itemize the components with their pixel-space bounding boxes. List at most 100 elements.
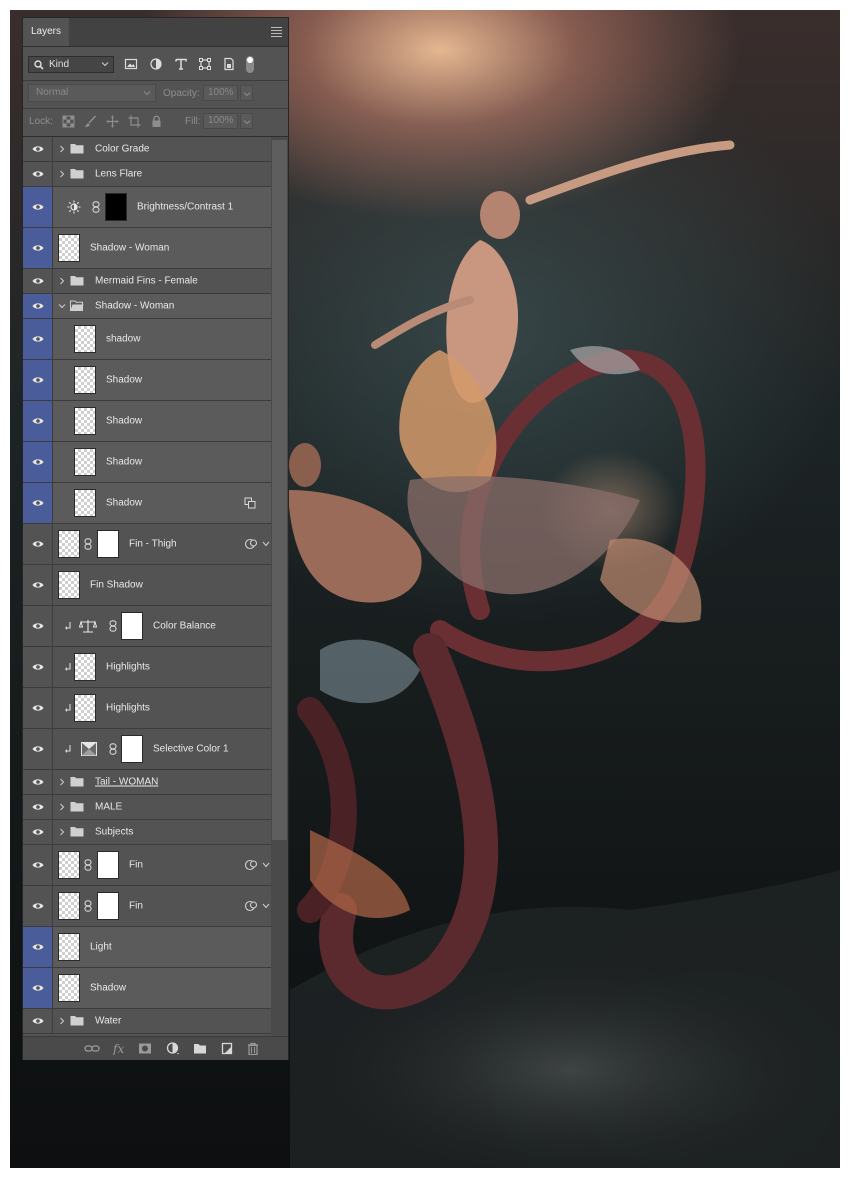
caret-right-icon[interactable] [57,276,67,286]
smart-object-thumbnail[interactable] [58,851,80,879]
layer-name[interactable]: Water [95,1016,121,1027]
layer-row[interactable]: Fin Shadow [23,565,271,606]
layer-thumbnail[interactable] [74,407,96,435]
layer-name[interactable]: Brightness/Contrast 1 [137,202,233,213]
visibility-toggle[interactable] [23,845,53,885]
layer-thumbnail[interactable] [74,694,96,722]
visibility-toggle[interactable] [23,886,53,926]
caret-right-icon[interactable] [57,802,67,812]
layer-row[interactable]: Shadow - Woman [23,228,271,269]
layer-name[interactable]: Mermaid Fins - Female [95,276,198,287]
visibility-toggle[interactable] [23,795,53,819]
visibility-toggle[interactable] [23,606,53,646]
caret-right-icon[interactable] [57,1016,67,1026]
mask-link-icon[interactable] [84,538,92,550]
mask-link-icon[interactable] [84,900,92,912]
visibility-toggle[interactable] [23,294,53,318]
lock-artboard-icon[interactable] [128,115,141,128]
layer-row[interactable]: Shadow [23,360,271,401]
layer-row[interactable]: Lens Flare [23,162,271,187]
layer-name[interactable]: Shadow [106,457,142,468]
layer-row[interactable]: Highlights [23,688,271,729]
layer-thumbnail[interactable] [74,325,96,353]
layer-list-scroll-thumb[interactable] [272,140,287,840]
layer-row[interactable]: Color Grade [23,137,271,162]
opacity-slider-toggle[interactable] [240,85,253,101]
visibility-toggle[interactable] [23,269,53,293]
layer-name[interactable]: Fin [129,901,143,912]
layer-row[interactable]: Tail - WOMAN [23,770,271,795]
link-icon[interactable] [84,1042,100,1055]
lock-paint-icon[interactable] [84,115,97,128]
visibility-toggle[interactable] [23,360,53,400]
mask-link-icon[interactable] [109,620,117,632]
visibility-toggle[interactable] [23,647,53,687]
layer-mask-thumbnail[interactable] [97,530,119,558]
visibility-toggle[interactable] [23,228,53,268]
layer-thumbnail[interactable] [58,234,80,262]
new-group-icon[interactable] [193,1042,207,1055]
layer-name[interactable]: Highlights [106,662,150,673]
caret-down-icon[interactable] [57,301,67,311]
caret-right-icon[interactable] [57,777,67,787]
caret-right-icon[interactable] [57,144,67,154]
layer-row[interactable]: Light [23,927,271,968]
layer-name[interactable]: Shadow [106,416,142,427]
caret-right-icon[interactable] [57,827,67,837]
mask-link-icon[interactable] [92,201,100,213]
chevron-down-icon[interactable] [262,903,270,909]
lock-move-icon[interactable] [106,115,119,128]
layer-row[interactable]: Selective Color 1 [23,729,271,770]
layer-mask-thumbnail[interactable] [105,193,127,221]
layer-thumbnail[interactable] [58,933,80,961]
lock-all-icon[interactable] [150,115,163,128]
layer-name[interactable]: Shadow [106,498,142,509]
layer-name[interactable]: Shadow - Woman [90,243,169,254]
adjustment-filter-icon[interactable] [149,57,163,71]
visibility-toggle[interactable] [23,820,53,844]
visibility-toggle[interactable] [23,401,53,441]
layer-row[interactable]: Subjects [23,820,271,845]
layer-row[interactable]: Fin [23,845,271,886]
panel-menu-icon[interactable] [271,27,282,39]
shape-filter-icon[interactable] [198,57,212,71]
visibility-toggle[interactable] [23,565,53,605]
smart-filter-icon[interactable] [244,538,260,550]
layer-thumbnail[interactable] [74,653,96,681]
smart-object-thumbnail[interactable] [58,892,80,920]
add-mask-icon[interactable] [138,1042,152,1055]
layer-name[interactable]: Shadow [106,375,142,386]
opacity-input[interactable]: 100% [203,85,238,101]
layer-thumbnail[interactable] [74,448,96,476]
filter-toggle-switch[interactable] [246,56,254,73]
smart-object-filter-icon[interactable] [222,57,236,71]
chevron-down-icon[interactable] [262,862,270,868]
layer-name[interactable]: shadow [106,334,140,345]
new-fill-adjustment-icon[interactable] [166,1042,180,1055]
layer-name[interactable]: Color Grade [95,144,149,155]
layer-name[interactable]: Fin Shadow [90,580,143,591]
mask-link-icon[interactable] [84,859,92,871]
layer-name[interactable]: Color Balance [153,621,216,632]
layer-mask-thumbnail[interactable] [121,735,143,763]
tab-layers[interactable]: Layers [23,18,69,46]
visibility-toggle[interactable] [23,770,53,794]
visibility-toggle[interactable] [23,483,53,523]
layer-mask-thumbnail[interactable] [97,892,119,920]
visibility-toggle[interactable] [23,688,53,728]
visibility-toggle[interactable] [23,927,53,967]
visibility-toggle[interactable] [23,162,53,186]
chevron-down-icon[interactable] [262,541,270,547]
layer-name[interactable]: Shadow [90,983,126,994]
trash-icon[interactable] [246,1042,260,1055]
layer-name[interactable]: Selective Color 1 [153,744,229,755]
visibility-toggle[interactable] [23,319,53,359]
layer-thumbnail[interactable] [58,571,80,599]
smart-object-thumbnail[interactable] [58,530,80,558]
layer-name[interactable]: Fin - Thigh [129,539,177,550]
layer-name[interactable]: Shadow - Woman [95,301,174,312]
fill-input[interactable]: 100% [203,113,238,129]
smart-filter-icon[interactable] [244,900,260,912]
caret-right-icon[interactable] [57,169,67,179]
visibility-toggle[interactable] [23,187,53,227]
